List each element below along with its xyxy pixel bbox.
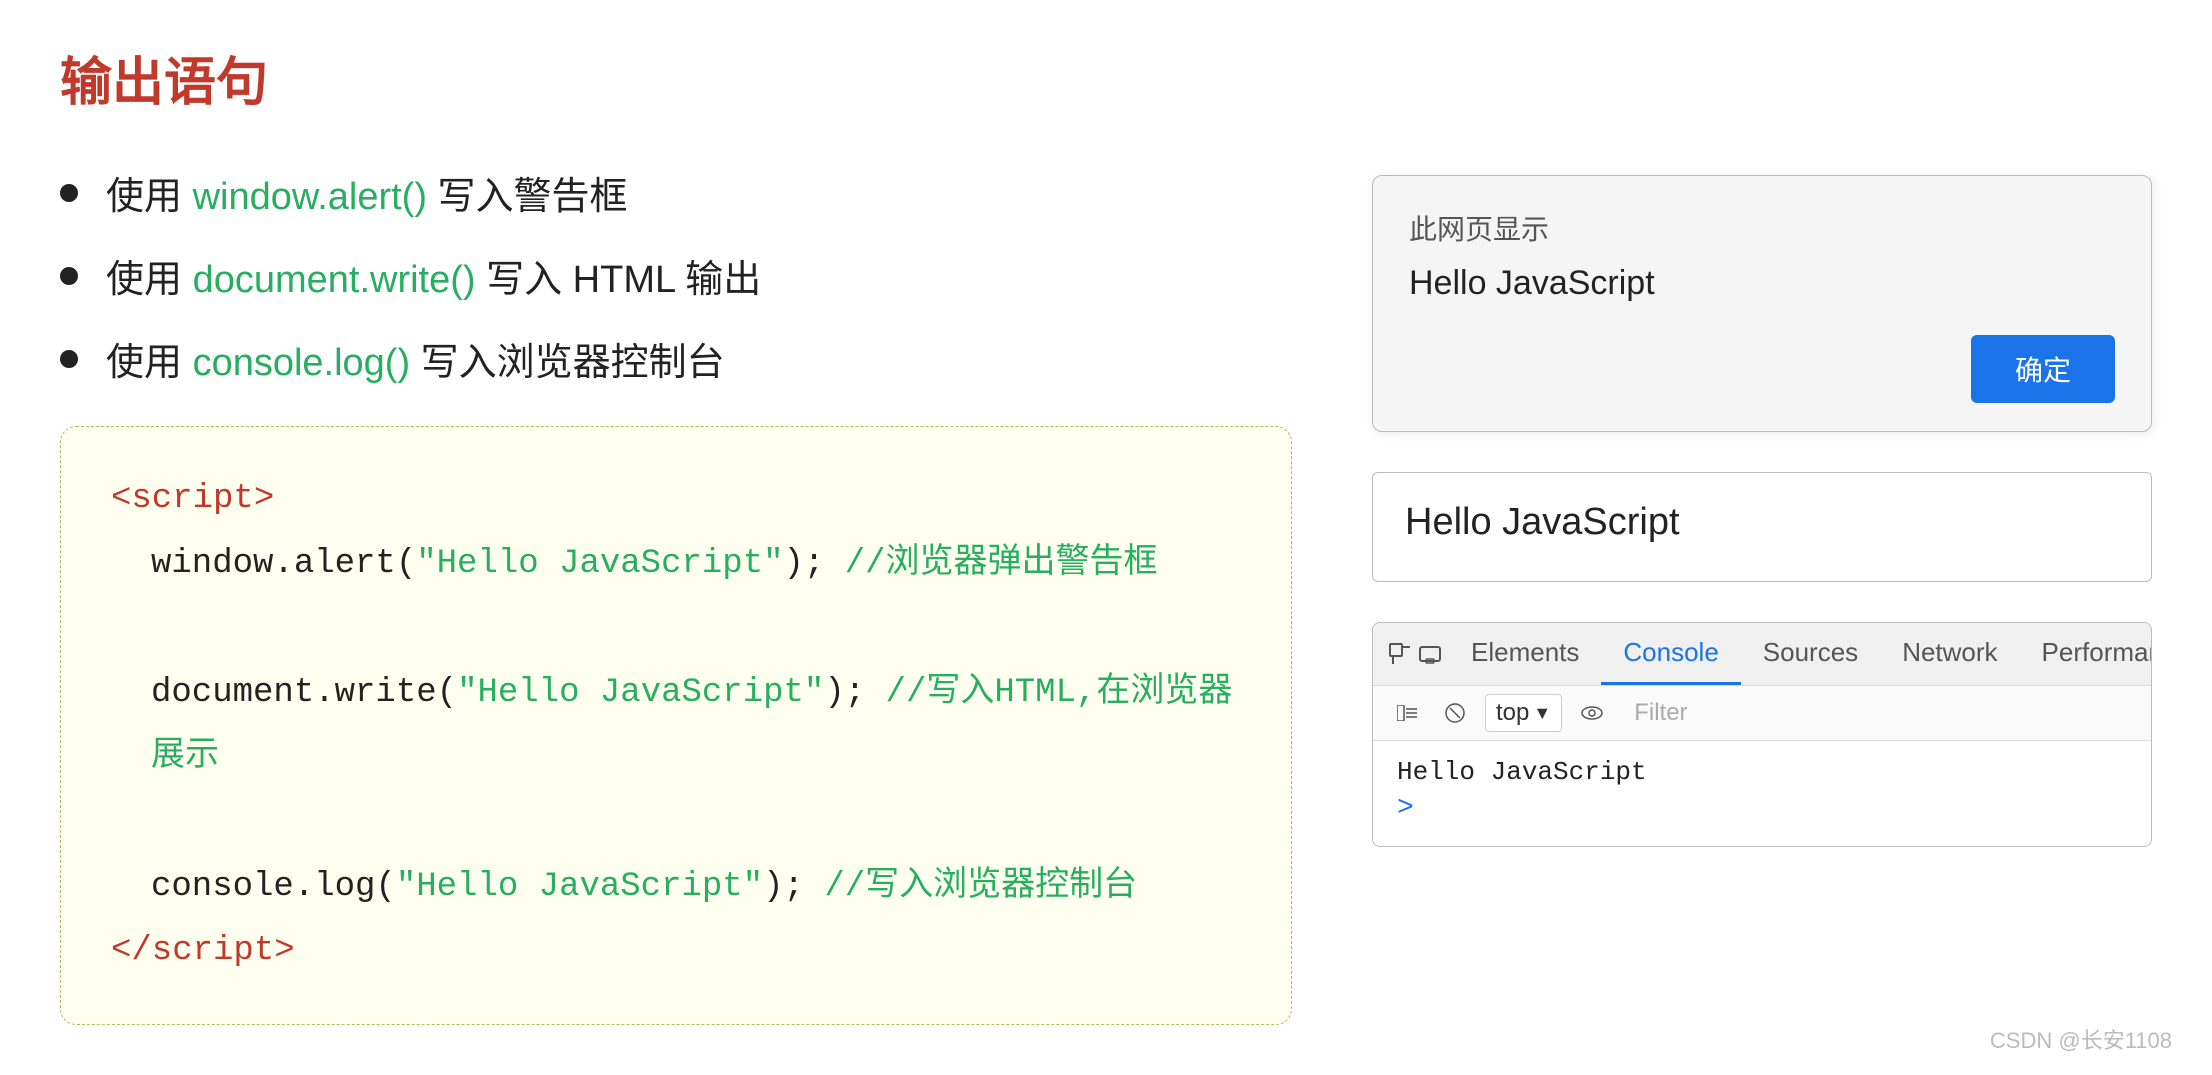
right-panel: 此网页显示 Hello JavaScript 确定 Hello JavaScri… xyxy=(1372,175,2152,847)
console-tabs-bar: Elements Console Sources Network Perform… xyxy=(1373,623,2151,686)
bullet-text-2: 使用 document.write() 写入 HTML 输出 xyxy=(106,248,761,303)
page-title: 输出语句 xyxy=(60,40,2152,115)
dropdown-arrow-icon: ▼ xyxy=(1533,703,1551,724)
tab-sources[interactable]: Sources xyxy=(1741,623,1880,685)
alert-dialog-footer: 确定 xyxy=(1409,335,2115,403)
left-panel: 使用 window.alert() 写入警告框 使用 document.writ… xyxy=(60,165,1292,1025)
doc-output-text: Hello JavaScript xyxy=(1405,501,1680,543)
device-icon[interactable] xyxy=(1419,632,1441,676)
alert-dialog: 此网页显示 Hello JavaScript 确定 xyxy=(1372,175,2152,432)
tab-console[interactable]: Console xyxy=(1601,623,1740,685)
console-toolbar: top ▼ Filter xyxy=(1373,686,2151,741)
bullet-dot xyxy=(60,350,78,368)
code-close-tag: </script> xyxy=(111,919,1241,984)
main-layout: 使用 window.alert() 写入警告框 使用 document.writ… xyxy=(60,165,2152,1025)
doc-output-box: Hello JavaScript xyxy=(1372,472,2152,582)
code-line-3: console.log("Hello JavaScript"); //写入浏览器… xyxy=(151,855,1241,920)
code-block: <script> window.alert("Hello JavaScript"… xyxy=(60,426,1292,1025)
top-context-selector[interactable]: top ▼ xyxy=(1485,694,1562,732)
list-item: 使用 window.alert() 写入警告框 xyxy=(60,165,1292,220)
bullet-dot xyxy=(60,184,78,202)
console-panel: Elements Console Sources Network Perform… xyxy=(1372,622,2152,847)
bullet-list: 使用 window.alert() 写入警告框 使用 document.writ… xyxy=(60,165,1292,386)
eye-icon[interactable] xyxy=(1574,695,1610,731)
filter-input[interactable]: Filter xyxy=(1622,695,2135,731)
console-output-area: Hello JavaScript > xyxy=(1373,741,2151,846)
console-output-line: Hello JavaScript xyxy=(1397,757,2127,787)
confirm-button[interactable]: 确定 xyxy=(1971,335,2115,403)
bullet-text-3: 使用 console.log() 写入浏览器控制台 xyxy=(106,331,725,386)
inspect-icon[interactable] xyxy=(1389,632,1411,676)
sidebar-toggle-icon[interactable] xyxy=(1389,695,1425,731)
list-item: 使用 console.log() 写入浏览器控制台 xyxy=(60,331,1292,386)
alert-dialog-message: Hello JavaScript xyxy=(1409,264,2115,303)
tab-network[interactable]: Network xyxy=(1880,623,2019,685)
tab-performance[interactable]: Performance xyxy=(2020,623,2152,685)
tab-elements[interactable]: Elements xyxy=(1449,623,1601,685)
console-prompt: > xyxy=(1397,793,1414,824)
watermark: CSDN @长安1108 xyxy=(1990,1023,2172,1055)
bullet-dot xyxy=(60,267,78,285)
code-line-2: document.write("Hello JavaScript"); //写入… xyxy=(151,661,1241,790)
alert-dialog-title: 此网页显示 xyxy=(1409,208,2115,248)
bullet-text-1: 使用 window.alert() 写入警告框 xyxy=(106,165,628,220)
code-line-1: window.alert("Hello JavaScript"); //浏览器弹… xyxy=(151,532,1241,597)
code-open-tag: <script> xyxy=(111,467,1241,532)
clear-icon[interactable] xyxy=(1437,695,1473,731)
list-item: 使用 document.write() 写入 HTML 输出 xyxy=(60,248,1292,303)
